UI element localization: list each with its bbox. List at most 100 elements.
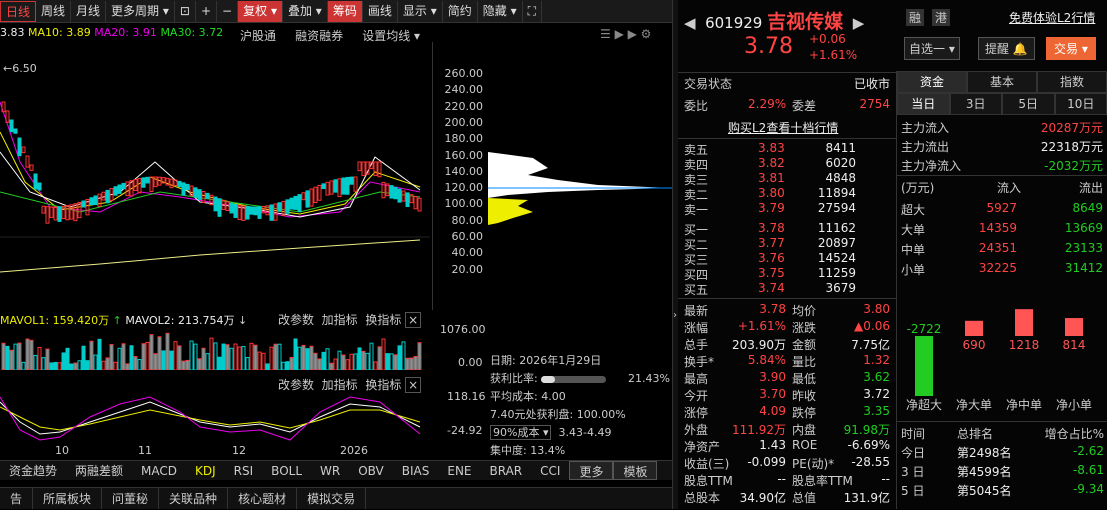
chips-button[interactable]: 筹码 xyxy=(328,1,363,22)
indicator-tab[interactable]: KDJ xyxy=(186,461,225,480)
volume-bar xyxy=(202,348,205,370)
fund-tab[interactable]: 指数 xyxy=(1037,71,1107,93)
candle xyxy=(214,197,217,211)
candle xyxy=(150,177,153,191)
fund-period-tab[interactable]: 10日 xyxy=(1055,93,1107,115)
quote-label: PE(动)* xyxy=(792,455,834,472)
candle xyxy=(90,198,93,205)
fund-tab[interactable]: 基本 xyxy=(967,71,1037,93)
quote-value: 7.75亿 xyxy=(851,336,890,353)
indicator-tab[interactable]: RSI xyxy=(225,461,263,480)
vol-edit-params[interactable]: 改参数 xyxy=(278,313,314,327)
bid-volume: 20897 xyxy=(818,236,856,250)
indicator-tab[interactable]: WR xyxy=(311,461,349,480)
candlestick-chart[interactable]: ←6.50 xyxy=(0,42,430,310)
period-day-button[interactable]: 日线 xyxy=(0,1,36,22)
candle xyxy=(374,162,377,175)
volume-bar xyxy=(42,358,45,370)
rank-time: 5 日 xyxy=(901,482,924,499)
overlay-dropdown[interactable]: 叠加 ▾ xyxy=(283,1,328,22)
lock-icon[interactable]: ⊡ xyxy=(175,1,196,22)
draw-button[interactable]: 画线 xyxy=(363,1,398,22)
indicator-tab[interactable]: CCI xyxy=(531,461,569,480)
indicator-tab[interactable]: BOLL xyxy=(262,461,311,480)
chart-tool-icons[interactable]: ☰ ▶ ▶ ⚙ xyxy=(600,27,651,41)
zoom-out-icon[interactable]: − xyxy=(217,1,238,22)
fund-period-tab[interactable]: 5日 xyxy=(1002,93,1055,115)
candle xyxy=(354,177,357,191)
volume-bar xyxy=(94,355,97,370)
volume-bar xyxy=(74,363,77,370)
indicator-tab[interactable]: 资金趋势 xyxy=(0,461,66,480)
order-book: 卖五3.838411卖四3.826020卖三3.814848卖二3.801189… xyxy=(678,138,896,139)
watchlist-button[interactable]: 自选一 ▾ xyxy=(904,37,960,60)
vol-add-indicator[interactable]: 加指标 xyxy=(322,313,358,327)
footer-tab[interactable]: 告 xyxy=(0,488,33,509)
weibi-value: 2.29% xyxy=(748,97,786,111)
candle xyxy=(134,180,137,191)
adjust-dropdown[interactable]: 复权 ▾ xyxy=(238,1,283,22)
period-month-button[interactable]: 月线 xyxy=(71,1,106,22)
footer-tab[interactable]: 问董秘 xyxy=(102,488,159,509)
rank-table: 时间总排名增仓占比%今日第2498名-2.623 日第4599名-8.615 日… xyxy=(897,421,1107,422)
more-period-dropdown[interactable]: 更多周期 ▾ xyxy=(106,1,175,22)
period-week-button[interactable]: 周线 xyxy=(36,1,71,22)
cost-select[interactable]: 90%成本 ▾ xyxy=(490,425,551,440)
candle xyxy=(358,162,361,171)
mavol2-value: MAVOL2: 213.754万 xyxy=(125,314,234,327)
quote-value: 34.90亿 xyxy=(740,489,786,506)
rzrq-label[interactable]: 融资融券 xyxy=(295,29,343,43)
next-stock-icon[interactable]: ▶ xyxy=(853,14,865,32)
net-flow-value: -2722 xyxy=(907,322,942,336)
volume-bar xyxy=(90,341,93,370)
simple-button[interactable]: 简约 xyxy=(443,1,478,22)
buy-l2-link[interactable]: 购买L2查看十档行情 xyxy=(728,119,838,136)
candle xyxy=(106,190,109,202)
price-change-pct: +1.61% xyxy=(809,48,857,62)
set-ma-button[interactable]: 设置均线 xyxy=(362,29,410,43)
indicator-tab[interactable]: MACD xyxy=(132,461,186,480)
candle xyxy=(26,156,29,167)
l2-trial-link[interactable]: 免费体验L2行情 xyxy=(1009,9,1095,26)
footer-tab[interactable]: 关联品种 xyxy=(159,488,228,509)
display-dropdown[interactable]: 显示 ▾ xyxy=(398,1,443,22)
indicator-tab[interactable]: ENE xyxy=(438,461,480,480)
kdj-switch-indicator[interactable]: 换指标 xyxy=(365,378,401,392)
indicator-tab[interactable]: 更多 xyxy=(569,461,613,480)
fund-period-tab[interactable]: 3日 xyxy=(950,93,1003,115)
indicator-tab[interactable]: 模板 xyxy=(613,461,657,480)
footer-tab[interactable]: 模拟交易 xyxy=(297,488,366,509)
collapse-arrow-icon[interactable]: › xyxy=(673,310,677,321)
hugutong-label[interactable]: 沪股通 xyxy=(240,29,276,43)
vol-close-icon[interactable]: × xyxy=(405,312,421,328)
hide-dropdown[interactable]: 隐藏 ▾ xyxy=(478,1,523,22)
flow-header: 流入 xyxy=(997,179,1021,196)
candle xyxy=(338,179,341,197)
trade-button[interactable]: 交易 ▾ xyxy=(1046,37,1096,60)
indicator-tab[interactable]: BIAS xyxy=(393,461,439,480)
fund-tab[interactable]: 资金 xyxy=(897,71,967,93)
candle xyxy=(314,187,317,202)
remind-button[interactable]: 提醒 🔔 xyxy=(978,37,1035,60)
fullscreen-icon[interactable]: ⛶ xyxy=(523,1,542,22)
kdj-close-icon[interactable]: × xyxy=(405,377,421,393)
indicator-tab[interactable]: 两融差额 xyxy=(66,461,132,480)
prev-stock-icon[interactable]: ◀ xyxy=(684,14,696,32)
volume-bar xyxy=(130,346,133,370)
fund-period-tab[interactable]: 当日 xyxy=(897,93,950,115)
kdj-edit-params[interactable]: 改参数 xyxy=(278,378,314,392)
volume-bar xyxy=(394,355,397,370)
price-tick: 220.00 xyxy=(445,100,484,113)
footer-tab[interactable]: 核心题材 xyxy=(228,488,297,509)
kdj-axis-top: 118.16 xyxy=(447,390,486,403)
indicator-tabs: 资金趋势两融差额MACDKDJRSIBOLLWROBVBIASENEBRARCC… xyxy=(0,460,675,480)
zoom-in-icon[interactable]: + xyxy=(196,1,217,22)
kdj-add-indicator[interactable]: 加指标 xyxy=(322,378,358,392)
indicator-tab[interactable]: BRAR xyxy=(481,461,532,480)
footer-tab[interactable]: 所属板块 xyxy=(33,488,102,509)
volume-bar xyxy=(374,362,377,370)
volume-bar xyxy=(310,346,313,370)
more-period-label: 更多周期 xyxy=(111,4,159,18)
vol-switch-indicator[interactable]: 换指标 xyxy=(365,313,401,327)
indicator-tab[interactable]: OBV xyxy=(349,461,393,480)
